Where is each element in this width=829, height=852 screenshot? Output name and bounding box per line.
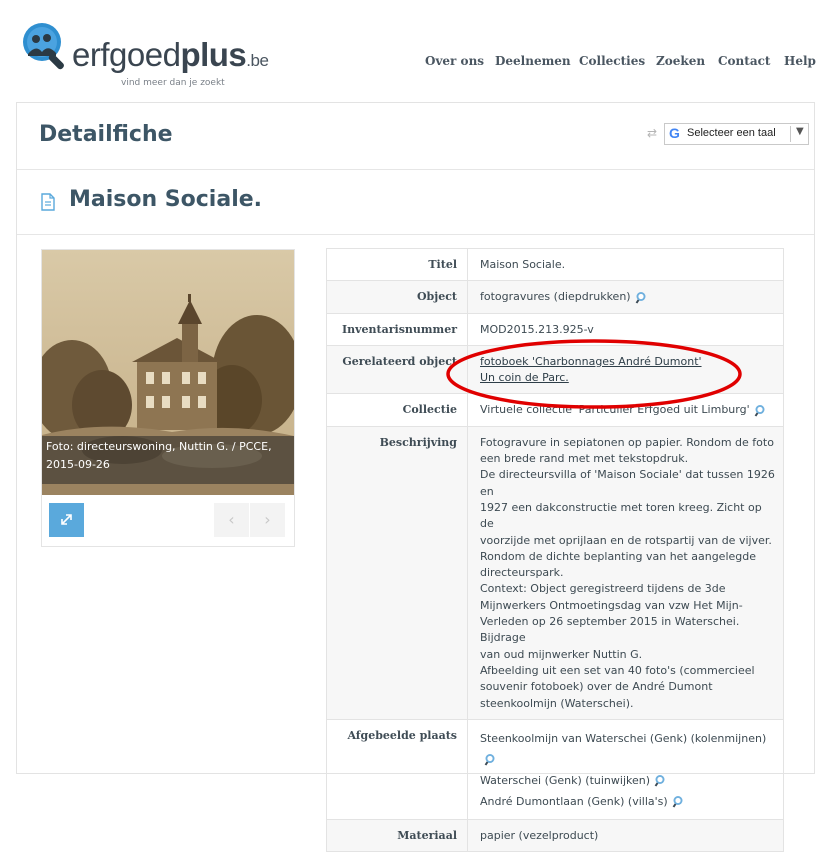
place-value: Steenkoolmijn van Waterschei (Genk) (kol… xyxy=(480,731,767,745)
image-card: Foto: directeurswoning, Nuttin G. / PCCE… xyxy=(41,249,295,547)
row-materiaal: Materiaal papier (vezelproduct) xyxy=(326,818,784,852)
search-icon[interactable] xyxy=(672,795,685,808)
detail-header: Detailfiche ⇄ G Selecteer een taal ▼ xyxy=(17,103,814,170)
row-collectie: Collectie Virtuele collectie 'Particulie… xyxy=(326,393,784,427)
value-materiaal: papier (vezelproduct) xyxy=(467,818,784,852)
select-divider xyxy=(790,126,791,142)
value-beschrijving: Fotogravure in sepiatonen op papier. Ron… xyxy=(467,425,784,720)
desc-line: van oud mijnwerker Nuttin G. xyxy=(480,647,643,661)
value-inventarisnummer: MOD2015.213.925-v xyxy=(467,312,784,346)
label-inventarisnummer: Inventarisnummer xyxy=(326,312,468,346)
desc-line: steenkoolmijn (Waterschei). xyxy=(480,696,634,710)
desc-line: Verleden op 26 september 2015 in Watersc… xyxy=(480,615,740,645)
prev-image-button[interactable]: ‹ xyxy=(214,503,249,537)
chevron-down-icon: ▼ xyxy=(796,126,804,137)
expand-icon xyxy=(61,514,72,525)
google-g-icon: G xyxy=(669,125,680,141)
related-link-fotoboek[interactable]: fotoboek 'Charbonnages André Dumont' xyxy=(480,355,702,368)
search-icon[interactable] xyxy=(754,404,767,417)
desc-line: Rondom de dichte beplanting van het aang… xyxy=(480,549,757,563)
desc-line: directeurspark. xyxy=(480,566,564,580)
value-titel: Maison Sociale. xyxy=(467,247,784,282)
label-titel: Titel xyxy=(326,247,468,282)
language-select-label: Selecteer een taal xyxy=(687,127,776,139)
label-afgebeelde-plaats: Afgebeelde plaats xyxy=(326,718,468,820)
related-link-coin-de-parc[interactable]: Un coin de Parc. xyxy=(480,371,569,384)
nav-zoeken[interactable]: Zoeken xyxy=(656,54,705,68)
search-icon[interactable] xyxy=(635,291,648,304)
expand-button[interactable] xyxy=(49,503,84,537)
logo-tagline: vind meer dan je zoekt xyxy=(121,78,225,88)
row-titel: Titel Maison Sociale. xyxy=(326,247,784,282)
nav-contact[interactable]: Contact xyxy=(718,54,770,68)
object-value-text: fotogravures (diepdrukken) xyxy=(480,290,631,304)
row-beschrijving: Beschrijving Fotogravure in sepiatonen o… xyxy=(326,425,784,720)
nav-deelnemen[interactable]: Deelnemen xyxy=(495,54,571,68)
desc-line: Context: Object geregistreerd tijdens de… xyxy=(480,582,726,596)
label-beschrijving: Beschrijving xyxy=(326,425,468,720)
details-table: Titel Maison Sociale. Object fotogravure… xyxy=(326,247,784,852)
object-header: Maison Sociale. xyxy=(17,170,814,235)
document-icon xyxy=(41,193,55,211)
page-title: Detailfiche xyxy=(39,122,173,147)
label-materiaal: Materiaal xyxy=(326,818,468,852)
label-object: Object xyxy=(326,280,468,314)
row-object: Object fotogravures (diepdrukken) xyxy=(326,280,784,314)
row-afgebeelde-plaats: Afgebeelde plaats Steenkoolmijn van Wate… xyxy=(326,718,784,820)
next-image-button[interactable]: › xyxy=(250,503,285,537)
label-gerelateerd-object: Gerelateerd object xyxy=(326,344,468,395)
desc-line: souvenir fotoboek) over de André Dumont xyxy=(480,680,713,694)
value-gerelateerd-object: fotoboek 'Charbonnages André Dumont' Un … xyxy=(467,344,784,395)
row-inventarisnummer: Inventarisnummer MOD2015.213.925-v xyxy=(326,312,784,346)
language-select[interactable]: G Selecteer een taal ▼ xyxy=(664,123,809,145)
object-title: Maison Sociale. xyxy=(69,187,263,212)
value-afgebeelde-plaats: Steenkoolmijn van Waterschei (Genk) (kol… xyxy=(467,718,784,820)
translate-swap-icon: ⇄ xyxy=(647,126,658,140)
label-collectie: Collectie xyxy=(326,393,468,427)
row-gerelateerd-object: Gerelateerd object fotoboek 'Charbonnage… xyxy=(326,344,784,395)
nav-collecties[interactable]: Collecties xyxy=(579,54,645,68)
value-object: fotogravures (diepdrukken) xyxy=(467,280,784,314)
place-value: André Dumontlaan (Genk) (villa's) xyxy=(480,794,668,808)
place-value: Waterschei (Genk) (tuinwijken) xyxy=(480,773,651,787)
search-icon[interactable] xyxy=(654,774,667,787)
photo-caption: Foto: directeurswoning, Nuttin G. / PCCE… xyxy=(42,436,294,484)
collectie-value-text: Virtuele collectie 'Particulier Erfgoed … xyxy=(480,403,750,417)
main-nav: Over ons Deelnemen Collecties Zoeken Con… xyxy=(0,54,829,74)
desc-line: 1927 een dakconstructie met toren kreeg.… xyxy=(480,500,762,531)
site-header: erfgoedplus.be vind meer dan je zoekt Ov… xyxy=(0,0,829,100)
desc-line: Fotogravure in sepiatonen op papier. Ron… xyxy=(480,435,774,449)
desc-line: voorzijde met oprijlaan en de rotspartij… xyxy=(480,533,772,547)
nav-over-ons[interactable]: Over ons xyxy=(425,54,484,68)
desc-line: De directeursvilla of 'Maison Sociale' d… xyxy=(480,468,775,498)
desc-line: een brede rand met met tekstopdruk. xyxy=(480,452,689,466)
nav-help[interactable]: Help xyxy=(784,54,816,68)
desc-line: Mijnwerkers Ontmoetingsdag van vzw Het M… xyxy=(480,598,743,612)
desc-line: Afbeelding uit een set van 40 foto's (co… xyxy=(480,663,755,677)
search-icon[interactable] xyxy=(484,753,497,766)
value-collectie: Virtuele collectie 'Particulier Erfgoed … xyxy=(467,393,784,427)
